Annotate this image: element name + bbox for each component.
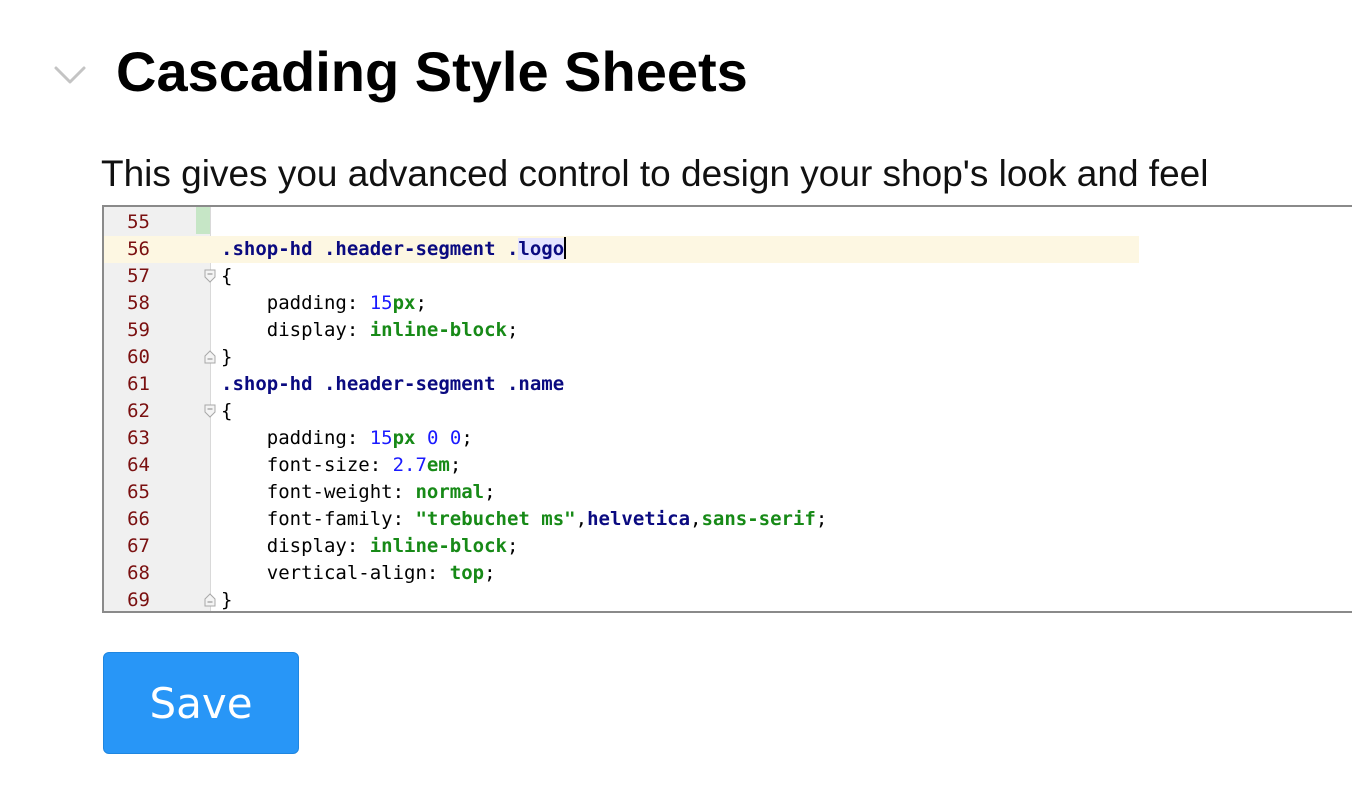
code-token: inline-block: [369, 319, 507, 341]
code-token: 15: [369, 292, 393, 314]
line-number: 56: [127, 238, 150, 260]
code-text: font-size: 2.7em;: [221, 452, 462, 479]
code-token: vertical-align:: [221, 562, 450, 584]
code-token: normal: [415, 481, 485, 503]
code-text: padding: 15px 0 0;: [221, 425, 473, 452]
line-number: 58: [127, 292, 150, 314]
code-token: px: [392, 427, 416, 449]
code-token: ;: [484, 481, 496, 503]
fold-close-icon[interactable]: [203, 593, 217, 607]
code-token: helvetica: [587, 508, 691, 530]
chevron-down-icon[interactable]: [52, 56, 88, 92]
line-number: 62: [127, 400, 150, 422]
fold-open-icon[interactable]: [203, 269, 217, 283]
code-token: top: [449, 562, 485, 584]
code-token: 15: [369, 427, 393, 449]
fold-open-icon[interactable]: [203, 404, 217, 418]
code-token: ;: [507, 319, 519, 341]
code-text: .shop-hd .header-segment .logo: [221, 236, 567, 263]
code-text: font-family: "trebuchet ms",helvetica,sa…: [221, 506, 828, 533]
code-text: display: inline-block;: [221, 317, 519, 344]
code-token: .shop-hd .header-segment .: [221, 238, 519, 260]
code-token: ;: [461, 427, 473, 449]
code-line[interactable]: 69}: [104, 587, 1352, 611]
code-token: font-family:: [221, 508, 416, 530]
code-text: {: [221, 398, 232, 425]
code-line[interactable]: 62 {: [104, 398, 1352, 425]
save-button[interactable]: Save: [103, 652, 299, 754]
code-line[interactable]: 64 font-size: 2.7em;: [104, 452, 1352, 479]
code-text: font-weight: normal;: [221, 479, 496, 506]
code-line[interactable]: 65 font-weight: normal;: [104, 479, 1352, 506]
line-number: 63: [127, 427, 150, 449]
code-line[interactable]: 67 display: inline-block;: [104, 533, 1352, 560]
code-token: }: [221, 589, 233, 611]
code-token: ;: [815, 508, 828, 530]
line-number: 60: [127, 346, 150, 368]
code-text: vertical-align: top;: [221, 560, 496, 587]
code-token: {: [221, 400, 233, 422]
line-number: 61: [127, 373, 150, 395]
code-token: .shop-hd .header-segment .name: [221, 373, 565, 395]
code-token: font-weight:: [221, 481, 416, 503]
code-token: display:: [221, 319, 370, 341]
code-token: }: [221, 346, 233, 368]
css-section-header: Cascading Style Sheets: [0, 0, 1352, 140]
code-token: 0: [449, 427, 462, 449]
code-token: px: [392, 292, 416, 314]
line-number: 67: [127, 535, 150, 557]
code-token: padding:: [221, 292, 370, 314]
text-caret: [564, 237, 567, 259]
code-line[interactable]: 63 padding: 15px 0 0;: [104, 425, 1352, 452]
code-token: {: [221, 265, 233, 287]
code-token: 0: [426, 427, 439, 449]
line-number: 55: [127, 211, 150, 233]
code-line[interactable]: 57 {: [104, 263, 1352, 290]
line-number: 68: [127, 562, 150, 584]
line-number: 59: [127, 319, 150, 341]
code-token: display:: [221, 535, 370, 557]
code-token: logo: [518, 238, 565, 260]
code-text: {: [221, 263, 232, 290]
page-title: Cascading Style Sheets: [116, 40, 748, 103]
code-token: inline-block: [369, 535, 507, 557]
code-line[interactable]: 59 display: inline-block;: [104, 317, 1352, 344]
line-number: 65: [127, 481, 150, 503]
code-token: 2.7: [392, 454, 427, 476]
css-code-editor[interactable]: 55 56 .shop-hd .header-segment .logo 57 {58 …: [102, 205, 1352, 613]
code-line[interactable]: 61 .shop-hd .header-segment .name: [104, 371, 1352, 398]
code-line[interactable]: 58 padding: 15px;: [104, 290, 1352, 317]
fold-close-icon[interactable]: [203, 350, 217, 364]
code-token: ;: [449, 454, 462, 476]
code-token: ;: [484, 562, 496, 584]
code-line[interactable]: 66 font-family: "trebuchet ms",helvetica…: [104, 506, 1352, 533]
code-text: }: [221, 344, 232, 371]
code-lines[interactable]: 55 56 .shop-hd .header-segment .logo 57 {58 …: [104, 209, 1352, 611]
code-text: .shop-hd .header-segment .name: [221, 371, 564, 398]
code-token: sans-serif: [701, 508, 816, 530]
code-token: font-size:: [221, 454, 393, 476]
code-line[interactable]: 68 vertical-align: top;: [104, 560, 1352, 587]
code-text: display: inline-block;: [221, 533, 519, 560]
code-line[interactable]: 55: [104, 209, 1352, 236]
line-number: 64: [127, 454, 150, 476]
code-token: ;: [507, 535, 519, 557]
code-token: em: [426, 454, 450, 476]
code-text: }: [221, 587, 233, 611]
section-description: This gives you advanced control to desig…: [101, 153, 1209, 194]
code-token: ,: [575, 508, 588, 530]
line-number: 57: [127, 265, 150, 287]
line-number: 69: [127, 589, 150, 611]
code-token: ;: [415, 292, 427, 314]
code-text: padding: 15px;: [221, 290, 427, 317]
code-line-current[interactable]: 56 .shop-hd .header-segment .logo: [104, 236, 1352, 263]
code-token: padding:: [221, 427, 370, 449]
code-token: ,: [690, 508, 702, 530]
code-token: "trebuchet ms": [415, 508, 576, 530]
line-number: 66: [127, 508, 150, 530]
code-line[interactable]: 60}: [104, 344, 1352, 371]
